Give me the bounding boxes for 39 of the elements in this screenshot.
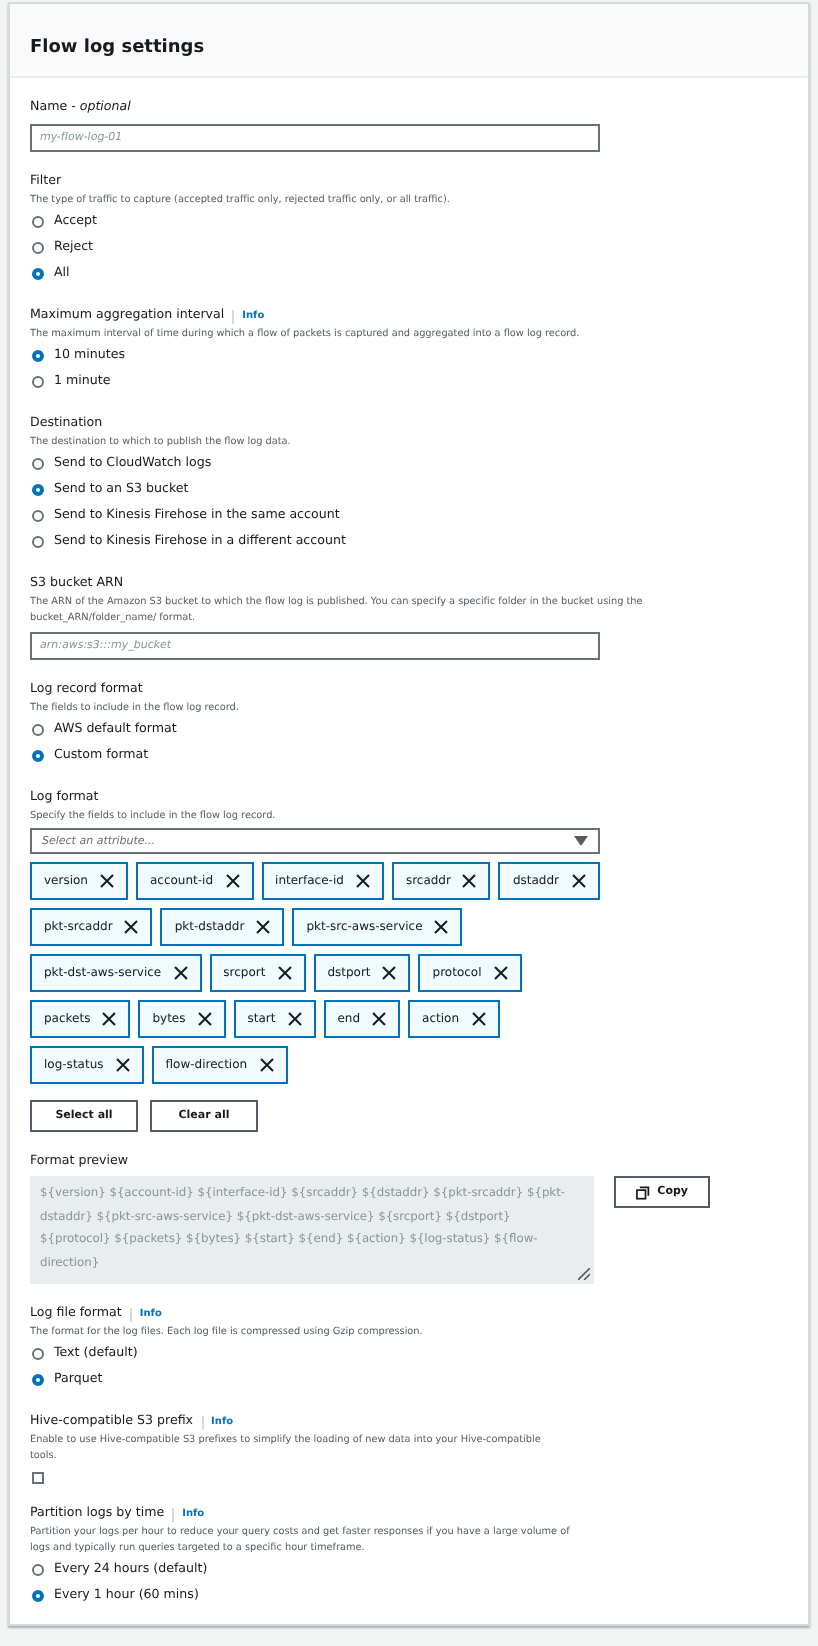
resize-handle-icon[interactable] (578, 1268, 590, 1280)
close-icon[interactable] (434, 920, 449, 934)
close-icon[interactable] (493, 966, 508, 980)
radio-button[interactable] (32, 241, 44, 253)
radio-button[interactable] (32, 509, 44, 521)
checkbox[interactable] (32, 1472, 44, 1484)
close-icon[interactable] (277, 966, 292, 980)
close-icon[interactable] (355, 874, 370, 888)
radio-button[interactable] (32, 1589, 44, 1601)
radio-button[interactable] (32, 457, 44, 469)
close-icon[interactable] (571, 874, 586, 888)
radio-button[interactable] (32, 749, 44, 761)
close-icon[interactable] (225, 874, 240, 888)
close-icon[interactable] (372, 1012, 387, 1026)
close-icon[interactable] (287, 1012, 302, 1026)
card-title: Flow log settings (30, 38, 205, 58)
radio-button[interactable] (32, 483, 44, 495)
close-icon[interactable] (124, 920, 139, 934)
radio-button[interactable] (32, 1373, 44, 1385)
radio-button[interactable] (32, 723, 44, 735)
close-icon[interactable] (382, 966, 397, 980)
radio-button[interactable] (32, 267, 44, 279)
radio-button[interactable] (32, 349, 44, 361)
radio-button[interactable] (32, 1347, 44, 1359)
close-icon[interactable] (99, 874, 114, 888)
close-icon[interactable] (102, 1012, 117, 1026)
radio-button[interactable] (32, 375, 44, 387)
copy-icon (636, 1185, 650, 1199)
close-icon[interactable] (259, 1058, 274, 1072)
close-icon[interactable] (471, 1012, 486, 1026)
close-icon[interactable] (462, 874, 477, 888)
radio-button[interactable] (32, 1563, 44, 1575)
close-icon[interactable] (256, 920, 271, 934)
radio-button[interactable] (32, 215, 44, 227)
radio-button[interactable] (32, 535, 44, 547)
close-icon[interactable] (197, 1012, 212, 1026)
caret-icon (574, 836, 588, 846)
close-icon[interactable] (115, 1058, 130, 1072)
close-icon[interactable] (173, 966, 188, 980)
